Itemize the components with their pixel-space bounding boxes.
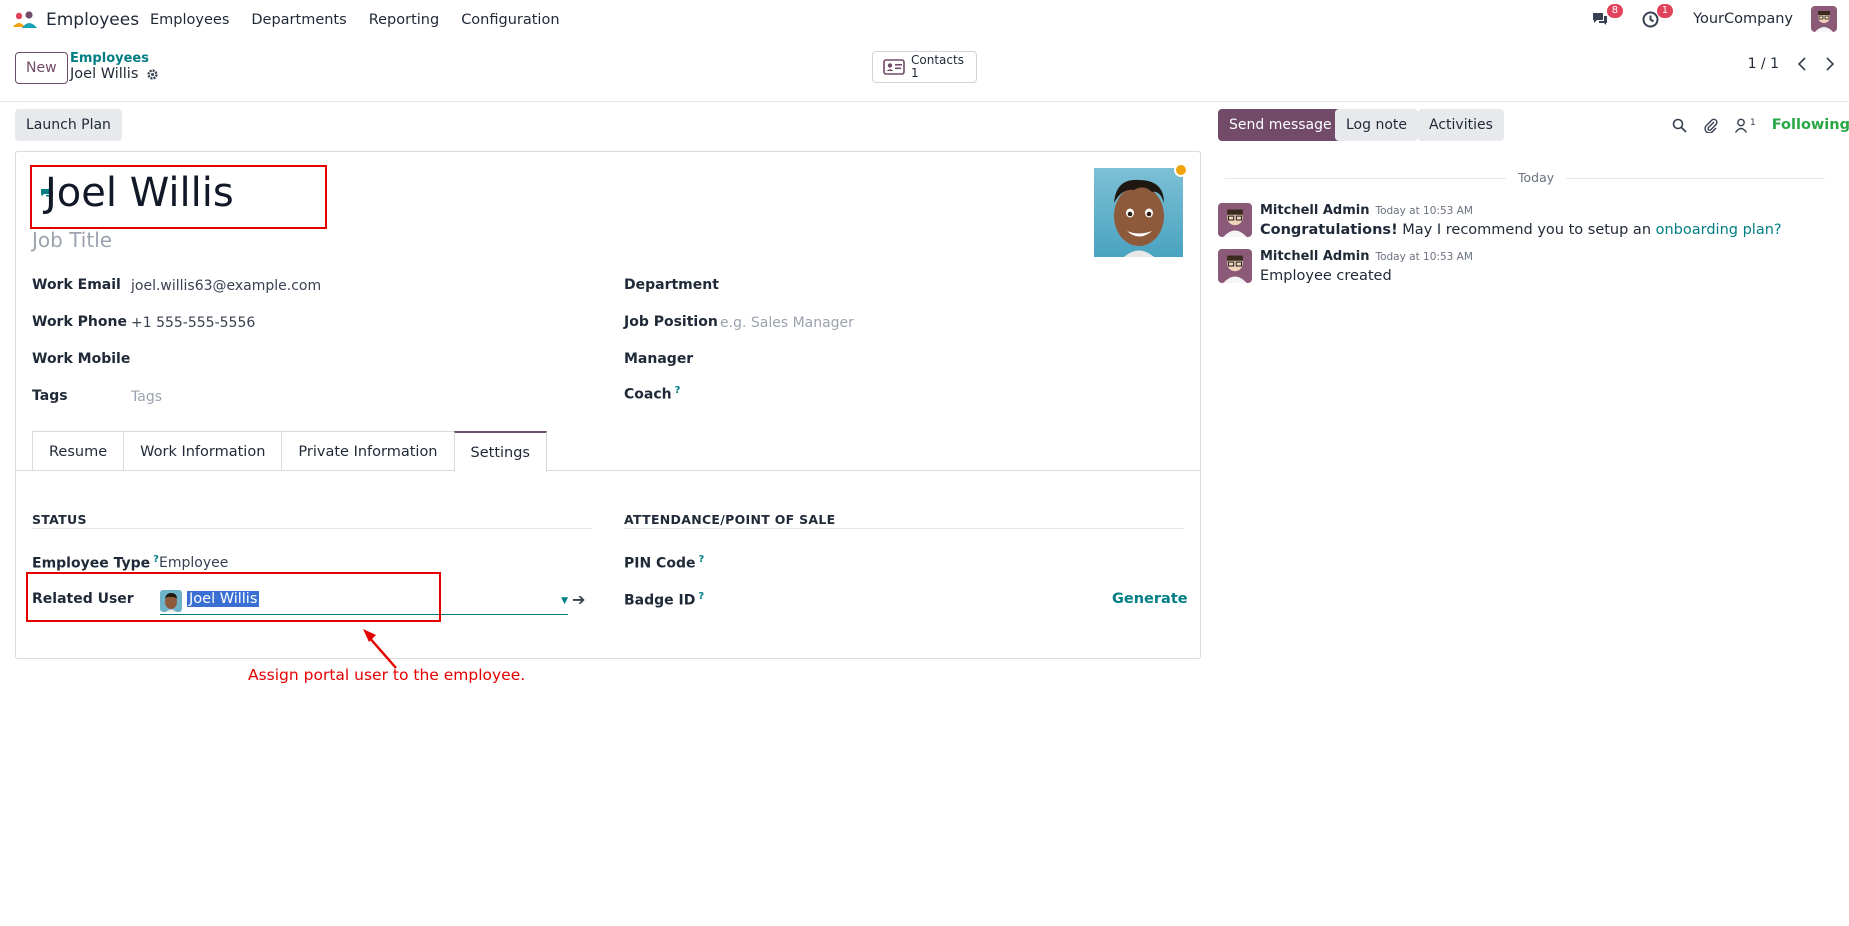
coach-label: Coach? — [624, 385, 680, 403]
coach-label-text: Coach — [624, 386, 672, 403]
coach-help-icon[interactable]: ? — [675, 385, 681, 396]
message-text: May I recommend you to setup an — [1397, 222, 1656, 238]
presence-status-dot — [1174, 163, 1188, 177]
message-author: Mitchell Admin Today at 10:53 AM — [1260, 203, 1473, 218]
contacts-text: Contacts 1 — [911, 54, 964, 80]
person-icon — [1734, 118, 1748, 133]
employee-type-label: Employee Type? — [32, 554, 159, 572]
send-message-button[interactable]: Send message — [1218, 109, 1343, 141]
message-author-avatar[interactable] — [1218, 203, 1252, 237]
work-phone-input[interactable]: +1 555-555-5556 — [131, 315, 255, 331]
message-time: Today at 10:53 AM — [1375, 251, 1473, 263]
message-time: Today at 10:53 AM — [1375, 205, 1473, 217]
user-avatar[interactable] — [1811, 6, 1837, 32]
menu-configuration[interactable]: Configuration — [461, 12, 559, 28]
work-phone-label: Work Phone — [32, 314, 127, 330]
contact-card-icon — [883, 59, 905, 75]
related-user-highlight-box — [26, 572, 441, 622]
badge-id-label-text: Badge ID — [624, 592, 696, 609]
top-navbar: Employees Employees Departments Reportin… — [0, 0, 1849, 40]
employees-app-icon[interactable] — [12, 10, 38, 30]
activities-clock-icon[interactable]: 1 — [1639, 4, 1674, 30]
tags-label: Tags — [32, 388, 68, 404]
work-email-input[interactable]: joel.willis63@example.com — [131, 278, 321, 294]
chatter-topbar-icons: 1 Following — [1672, 117, 1849, 133]
message-body: Congratulations! May I recommend you to … — [1260, 222, 1782, 238]
badge-id-label: Badge ID? — [624, 591, 704, 609]
message-text: Employee created — [1260, 268, 1392, 284]
employee-type-select[interactable]: Employee — [159, 555, 228, 571]
badge-id-help-icon[interactable]: ? — [698, 591, 704, 602]
activities-badge: 1 — [1656, 4, 1674, 18]
annotation-arrow-icon — [363, 629, 397, 669]
message-author-name[interactable]: Mitchell Admin — [1260, 249, 1369, 264]
tab-settings[interactable]: Settings — [453, 431, 547, 472]
form-tabs: Resume Work Information Private Informat… — [32, 431, 547, 472]
arrow-right-icon[interactable]: ➔ — [572, 590, 585, 609]
app-name[interactable]: Employees — [46, 10, 139, 30]
manager-label: Manager — [624, 351, 694, 367]
tabs-divider — [16, 470, 1200, 471]
message-bold: Congratulations! — [1260, 222, 1398, 238]
messages-icon[interactable]: 8 — [1589, 4, 1624, 30]
paperclip-icon[interactable] — [1703, 117, 1718, 133]
message-author-avatar[interactable] — [1218, 249, 1252, 283]
messages-badge: 8 — [1606, 4, 1624, 18]
department-label: Department — [624, 277, 719, 293]
pager: 1 / 1 — [1748, 56, 1835, 72]
job-position-label: Job Position — [624, 314, 718, 330]
generate-badge-button[interactable]: Generate — [1112, 591, 1188, 607]
work-email-label: Work Email — [32, 277, 121, 293]
tab-work-information[interactable]: Work Information — [123, 431, 283, 471]
breadcrumb-current: Joel Willis — [70, 66, 159, 82]
status-section-title: STATUS — [32, 512, 87, 527]
company-switcher[interactable]: YourCompany — [1693, 11, 1793, 27]
status-section-divider — [32, 528, 592, 529]
employee-type-label-text: Employee Type — [32, 555, 151, 572]
job-title-input[interactable]: Job Title — [32, 228, 112, 252]
contacts-label: Contacts — [911, 53, 964, 67]
chevron-left-icon[interactable] — [1797, 57, 1807, 71]
pin-code-help-icon[interactable]: ? — [698, 554, 704, 565]
contacts-smart-button[interactable]: Contacts 1 — [872, 51, 977, 83]
job-position-input[interactable]: e.g. Sales Manager — [720, 315, 854, 331]
tab-private-information[interactable]: Private Information — [281, 431, 455, 471]
log-note-button[interactable]: Log note — [1335, 109, 1418, 141]
onboarding-plan-link[interactable]: onboarding plan? — [1656, 222, 1782, 238]
message-body: Employee created — [1260, 268, 1392, 284]
followers-button[interactable]: 1 — [1734, 118, 1756, 133]
following-button[interactable]: Following — [1772, 117, 1849, 133]
activities-button[interactable]: Activities — [1418, 109, 1504, 141]
date-separator: Today — [1506, 170, 1567, 185]
pager-value[interactable]: 1 / 1 — [1748, 56, 1779, 72]
chevron-down-icon[interactable]: ▼ — [561, 596, 568, 606]
new-button[interactable]: New — [15, 52, 68, 84]
attendance-section-title: ATTENDANCE/POINT OF SALE — [624, 512, 836, 527]
gear-icon[interactable] — [146, 68, 159, 81]
followers-count: 1 — [1750, 117, 1756, 128]
menu-employees[interactable]: Employees — [150, 12, 229, 28]
breadcrumb-employees[interactable]: Employees — [70, 51, 149, 66]
contacts-count: 1 — [911, 66, 919, 80]
tags-input[interactable]: Tags — [131, 389, 162, 405]
menu-departments[interactable]: Departments — [251, 12, 346, 28]
message-author: Mitchell Admin Today at 10:53 AM — [1260, 249, 1473, 264]
launch-plan-button[interactable]: Launch Plan — [15, 109, 122, 141]
attendance-section-divider — [624, 528, 1184, 529]
tab-resume[interactable]: Resume — [32, 431, 125, 471]
employee-photo[interactable] — [1094, 168, 1183, 257]
chevron-right-icon[interactable] — [1825, 57, 1835, 71]
control-panel: New Employees Joel Willis Contacts 1 1 /… — [0, 40, 1849, 102]
work-mobile-label: Work Mobile — [32, 351, 131, 367]
annotation-text: Assign portal user to the employee. — [248, 666, 526, 684]
menu-reporting[interactable]: Reporting — [369, 12, 440, 28]
pin-code-label-text: PIN Code — [624, 555, 696, 572]
main-menu: Employees Departments Reporting Configur… — [150, 12, 560, 28]
pin-code-label: PIN Code? — [624, 554, 704, 572]
breadcrumb-current-label: Joel Willis — [70, 66, 139, 82]
name-highlight-box — [30, 165, 327, 229]
search-icon[interactable] — [1672, 118, 1687, 133]
message-author-name[interactable]: Mitchell Admin — [1260, 203, 1369, 218]
navbar-right: 8 1 YourCompany — [1589, 4, 1837, 32]
